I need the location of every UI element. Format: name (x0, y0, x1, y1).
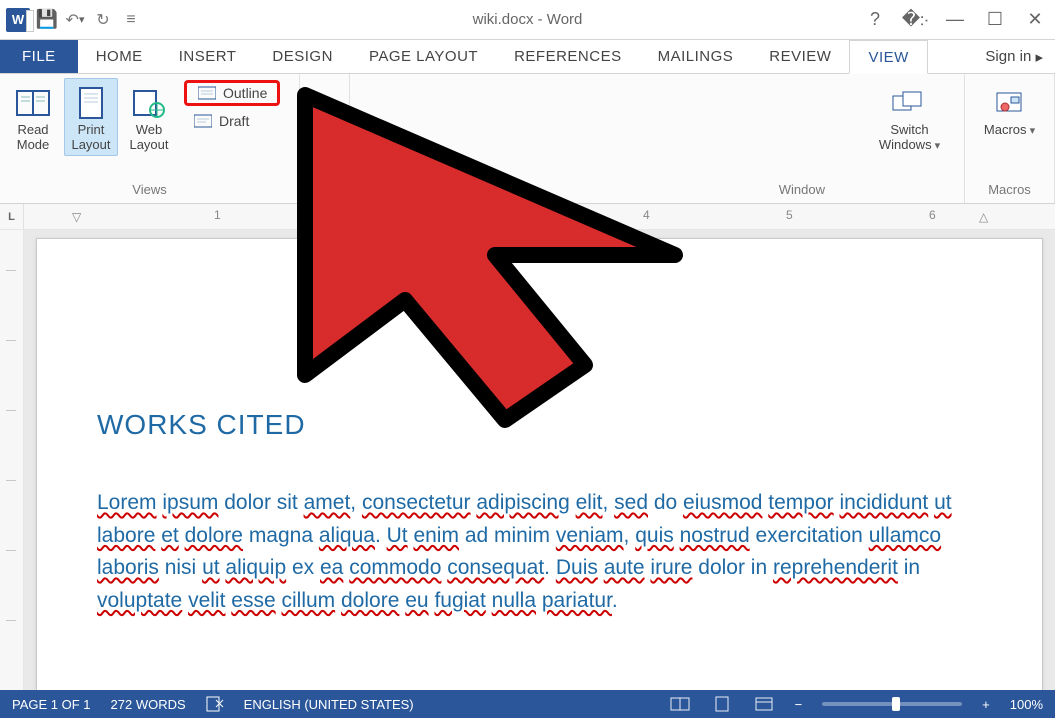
quick-access-toolbar: W 💾 ↶ ↻ ≡ (0, 8, 142, 32)
status-bar: PAGE 1 OF 1 272 WORDS ENGLISH (UNITED ST… (0, 690, 1055, 718)
macros-button[interactable]: Macros (977, 78, 1042, 141)
tab-file[interactable]: FILE (0, 40, 78, 73)
ruler-mark-3: 3 (500, 208, 507, 222)
tab-references[interactable]: REFERENCES (496, 40, 640, 73)
status-word-count[interactable]: 272 WORDS (111, 697, 186, 712)
print-layout-label: Print Layout (71, 123, 110, 153)
views-group-label: Views (0, 178, 299, 203)
read-mode-label: Read Mode (17, 123, 50, 153)
tab-mailings[interactable]: MAILINGS (640, 40, 752, 73)
macros-group-label: Macros (965, 178, 1054, 203)
minimize-icon[interactable]: — (943, 8, 967, 32)
redo-icon[interactable]: ↻ (92, 9, 114, 31)
print-layout-button[interactable]: Print Layout (64, 78, 118, 156)
macros-icon (991, 85, 1027, 121)
ribbon: Read Mode Print Layout Web Layout (0, 74, 1055, 204)
ruler-mark-5: 5 (786, 208, 793, 222)
tab-design[interactable]: DESIGN (254, 40, 351, 73)
ruler-mark-2: 2 (357, 208, 364, 222)
view-web-layout-icon[interactable] (753, 695, 775, 713)
read-mode-button[interactable]: Read Mode (6, 78, 60, 156)
window-group-label: Window (350, 178, 855, 203)
ribbon-tabs: FILE HOME INSERT DESIGN PAGE LAYOUT REFE… (0, 40, 1055, 74)
status-proofing-icon[interactable] (206, 696, 224, 712)
document-body[interactable]: Lorem ipsum dolor sit amet, consectetur … (97, 487, 982, 617)
view-print-layout-icon[interactable] (711, 695, 733, 713)
outline-label: Outline (223, 85, 267, 101)
switch-windows-label: Switch Windows (879, 123, 940, 153)
zoom-out-button[interactable]: − (795, 697, 803, 712)
read-mode-icon (15, 85, 51, 121)
outline-icon (197, 85, 217, 101)
close-icon[interactable]: ✕ (1023, 8, 1047, 32)
view-read-mode-icon[interactable] (669, 695, 691, 713)
ruler-mark-1: 1 (214, 208, 221, 222)
sign-in-link[interactable]: Sign in ▸ (973, 40, 1055, 73)
help-icon[interactable]: ? (863, 8, 887, 32)
title-bar: W 💾 ↶ ↻ ≡ wiki.docx - Word ? �჻ — ☐ ✕ (0, 0, 1055, 40)
web-layout-label: Web Layout (129, 123, 168, 153)
horizontal-ruler[interactable]: L ▽ 1 2 3 4 5 6 △ (0, 204, 1055, 230)
switch-windows-button[interactable]: Switch Windows (872, 78, 947, 156)
web-layout-icon (131, 85, 167, 121)
tab-review[interactable]: REVIEW (751, 40, 849, 73)
vertical-ruler[interactable] (0, 230, 24, 690)
print-layout-icon (73, 85, 109, 121)
document-workspace: WORKS CITED Lorem ipsum dolor sit amet, … (0, 230, 1055, 690)
word-app-icon[interactable]: W (6, 8, 30, 32)
window-title: wiki.docx - Word (473, 11, 583, 28)
qat-customize-icon[interactable]: ≡ (120, 9, 142, 31)
status-language[interactable]: ENGLISH (UNITED STATES) (244, 697, 414, 712)
draft-label: Draft (219, 113, 249, 129)
draft-button[interactable]: Draft (184, 108, 280, 134)
draft-icon (193, 113, 213, 129)
web-layout-button[interactable]: Web Layout (122, 78, 176, 156)
save-icon[interactable]: 💾 (36, 9, 58, 31)
zoom-slider[interactable] (822, 702, 962, 706)
ruler-mark-4: 4 (643, 208, 650, 222)
outline-button[interactable]: Outline (184, 80, 280, 106)
tab-insert[interactable]: INSERT (161, 40, 255, 73)
document-page[interactable]: WORKS CITED Lorem ipsum dolor sit amet, … (36, 238, 1043, 690)
zoom-level[interactable]: 100% (1010, 697, 1043, 712)
tab-home[interactable]: HOME (78, 40, 161, 73)
ribbon-display-options-icon[interactable]: �჻ (903, 8, 927, 32)
show-group-label-partial: Sho (300, 178, 349, 203)
tab-selector[interactable]: L (0, 204, 24, 229)
zoom-in-button[interactable]: + (982, 697, 990, 712)
tab-page-layout[interactable]: PAGE LAYOUT (351, 40, 496, 73)
status-page[interactable]: PAGE 1 OF 1 (12, 697, 91, 712)
maximize-icon[interactable]: ☐ (983, 8, 1007, 32)
tab-view[interactable]: VIEW (849, 40, 927, 74)
undo-icon[interactable]: ↶ (64, 9, 86, 31)
macros-label: Macros (984, 123, 1035, 138)
document-heading[interactable]: WORKS CITED (97, 409, 982, 441)
ruler-mark-6: 6 (929, 208, 936, 222)
switch-windows-icon (891, 85, 927, 121)
